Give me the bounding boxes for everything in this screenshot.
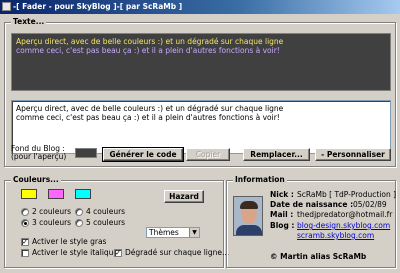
nick-label: Nick : [270, 190, 294, 199]
mail-label: Mail : [270, 210, 294, 219]
editor-line-1: Aperçu direct, avec de belle couleurs :)… [16, 104, 284, 113]
color-swatch-1[interactable] [21, 189, 37, 199]
generate-code-button[interactable]: Générer le code [102, 147, 184, 162]
editor-line-2: comme ceci, c'est pas beau ça :) et il a… [16, 113, 280, 122]
gradient-checkbox[interactable]: ✓ Dégradé sur chaque ligne... [114, 248, 229, 257]
replace-button[interactable]: Remplacer... [243, 148, 310, 161]
copy-button[interactable]: Copier [186, 148, 230, 161]
italic-checkbox[interactable]: Activer le style italique [21, 248, 118, 257]
preview-pane: Aperçu direct, avec de belle couleurs :)… [11, 33, 391, 91]
bg-label-line-2: (pour l'aperçu) [11, 152, 67, 161]
themes-select[interactable]: Thèmes ▼ [146, 227, 200, 238]
window-title: -[ Fader - pour SkyBlog ]-[ par ScRaMb ] [13, 2, 183, 11]
radio-2-dot [21, 207, 29, 216]
radio-4-dot [75, 207, 83, 216]
couleurs-group: Couleurs... Hazard 2 couleurs 4 couleurs… [4, 175, 229, 268]
gradient-label: Dégradé sur chaque ligne... [125, 248, 230, 257]
preview-line-2: comme ceci, c'est pas beau ça :) et il a… [16, 46, 280, 55]
information-legend: Information [233, 175, 287, 184]
blog-label: Blog : [270, 221, 295, 230]
radio-3-dot [21, 218, 29, 227]
italic-check-icon [21, 248, 29, 257]
nick-value: ScRaMb [ TdP-Production ] [297, 190, 397, 199]
random-button[interactable]: Hazard [164, 190, 204, 203]
gradient-check-icon: ✓ [114, 248, 122, 257]
bg-color-swatch[interactable] [75, 148, 97, 158]
texte-group: Texte... Aperçu direct, avec de belle co… [4, 17, 396, 167]
blog-link-2[interactable]: scramb.skyblog.com [297, 231, 374, 240]
title-bar[interactable]: -[ Fader - pour SkyBlog ]-[ par ScRaMb ] [0, 0, 400, 14]
bg-label: Fond du Blog : (pour l'aperçu) [11, 145, 66, 161]
themes-value: Thèmes [149, 228, 179, 237]
bold-checkbox[interactable]: ✓ Activer le style gras [21, 237, 106, 246]
mail-value[interactable]: thedjpredator@hotmail.fr [297, 210, 392, 219]
radio-4-label: 4 couleurs [86, 207, 126, 216]
preview-line-1: Aperçu direct, avec de belle couleurs :)… [16, 37, 284, 46]
birth-label: Date de naissance : [270, 200, 354, 209]
birth-value: 05/02/89 [353, 200, 387, 209]
radio-2-colors[interactable]: 2 couleurs [21, 207, 71, 216]
copyright: © Martin alias ScRaMb [270, 252, 367, 261]
italic-label: Activer le style italique [32, 248, 119, 257]
bold-check-icon: ✓ [21, 237, 29, 246]
chevron-down-icon: ▼ [189, 228, 199, 237]
radio-3-colors[interactable]: 3 couleurs [21, 218, 71, 227]
radio-5-colors[interactable]: 5 couleurs [75, 218, 125, 227]
blog-link-1[interactable]: blog-design.skyblog.com [297, 221, 390, 230]
couleurs-legend: Couleurs... [11, 175, 61, 184]
radio-4-colors[interactable]: 4 couleurs [75, 207, 125, 216]
radio-5-dot [75, 218, 83, 227]
color-swatch-2[interactable] [48, 189, 64, 199]
app-icon [2, 1, 11, 11]
texte-legend: Texte... [11, 17, 47, 26]
radio-5-label: 5 couleurs [86, 218, 126, 227]
bold-label: Activer le style gras [32, 237, 107, 246]
text-editor[interactable]: Aperçu direct, avec de belle couleurs :)… [11, 100, 391, 154]
radio-2-label: 2 couleurs [32, 207, 72, 216]
customize-button[interactable]: - Personnaliser [315, 148, 391, 161]
color-swatch-3[interactable] [75, 189, 91, 199]
radio-3-label: 3 couleurs [32, 218, 72, 227]
avatar [233, 196, 263, 236]
